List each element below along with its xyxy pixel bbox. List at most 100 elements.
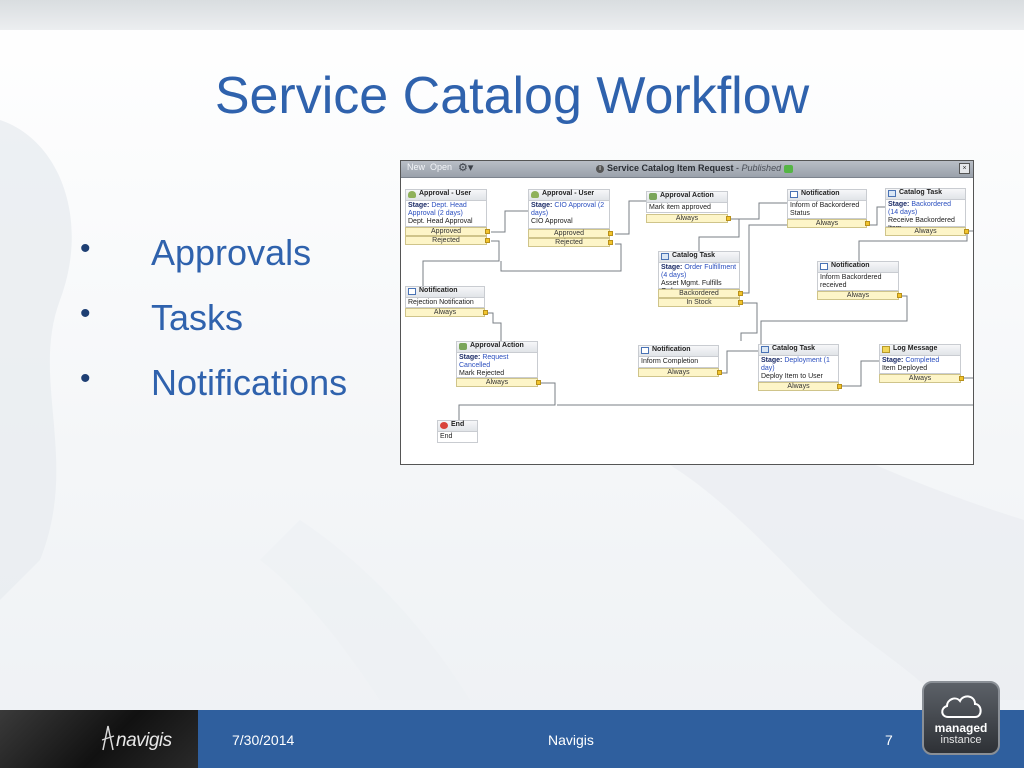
node-header: Catalog Task [759,345,838,356]
condition-label: Always [675,215,699,222]
exit-point[interactable] [897,293,902,298]
node-description: Mark item approved [649,204,711,211]
stage-label: Stage: [888,201,910,208]
stage-label: Stage: [882,357,904,364]
workflow-editor: New Open ⚙▾ i Service Catalog Item Reques… [400,160,974,465]
node-body: Rejection Notification [406,298,484,308]
catalog-task-node[interactable]: Catalog Task Stage: Deployment (1 day) De… [758,344,839,382]
condition-always[interactable]: Always [817,291,902,300]
exit-point[interactable] [865,221,870,226]
node-type: Catalog Task [672,252,716,259]
exit-point[interactable] [485,238,490,243]
approval-action-node[interactable]: Approval Action Mark item approved [646,191,728,213]
node-header: End [438,421,477,432]
exit-point[interactable] [608,240,613,245]
approval-action-icon [459,343,467,350]
slide-title: Service Catalog Workflow [214,67,810,125]
log-icon [882,346,890,353]
condition-always[interactable]: Always [456,378,541,387]
node-header: Approval Action [457,342,537,353]
bullet-text: Approvals [151,232,312,273]
exit-point[interactable] [485,229,490,234]
end-icon [440,422,448,429]
mail-icon [820,263,828,270]
node-body: Stage: Request Cancelled Mark Rejected [457,353,537,379]
user-approval-icon [531,191,539,198]
node-type: Notification [652,346,691,353]
node-type: Catalog Task [772,345,816,352]
exit-point[interactable] [726,216,731,221]
task-icon [661,253,669,260]
condition-backordered[interactable]: Backordered [658,289,743,298]
node-type: Notification [831,262,870,269]
exit-point[interactable] [738,300,743,305]
node-type: Approval Action [470,342,524,349]
condition-rejected[interactable]: Rejected [405,236,490,245]
exit-point[interactable] [536,380,541,385]
bullet-glyph: • [80,297,91,330]
notification-node[interactable]: Notification Inform Backordered received [817,261,899,291]
node-type: Approval - User [419,190,472,197]
catalog-task-node[interactable]: Catalog Task Stage: Backordered (14 days… [885,188,966,232]
catalog-task-node[interactable]: Catalog Task Stage: Order Fulfillment (4… [658,251,740,295]
node-body: Mark item approved [647,203,727,213]
node-header: Notification [788,190,866,201]
condition-approved[interactable]: Approved [405,227,490,236]
exit-point[interactable] [738,291,743,296]
notification-node[interactable]: Notification Inform Completion [638,345,719,368]
notification-node[interactable]: Notification Inform of Backordered Statu… [787,189,867,219]
node-type: Approval Action [660,192,714,199]
task-icon [761,346,769,353]
badge-line-2: instance [940,734,982,746]
exit-point[interactable] [959,376,964,381]
cloud-icon [941,695,982,718]
node-type: Log Message [893,345,938,352]
condition-always[interactable]: Always [885,227,969,236]
approval-user-node[interactable]: Approval - User Stage: CIO Approval (2 d… [528,189,610,229]
exit-point[interactable] [483,310,488,315]
condition-approved[interactable]: Approved [528,229,613,238]
condition-label: Approved [431,228,461,235]
node-header: Approval - User [406,190,486,201]
bullet-glyph: • [80,232,91,265]
approval-user-node[interactable]: Approval - User Stage: Dept. Head Approv… [405,189,487,227]
exit-point[interactable] [837,384,842,389]
exit-point[interactable] [964,229,969,234]
condition-in-stock[interactable]: In Stock [658,298,743,307]
condition-label: Always [914,228,937,235]
node-description: Item Deployed [882,365,928,372]
approval-action-icon [649,193,657,200]
node-type: End [451,421,465,428]
node-description: Deploy Item to User [761,373,823,380]
condition-label: Always [667,369,690,376]
condition-always[interactable]: Always [787,219,870,228]
node-body: Inform of Backordered Status [788,201,866,219]
footer-date: 7/30/2014 [232,732,295,748]
node-description: Dept. Head Approval [408,218,473,225]
node-type: Notification [419,287,458,294]
approval-action-node[interactable]: Approval Action Stage: Request Cancelled… [456,341,538,378]
notification-node[interactable]: Notification Rejection Notification [405,286,485,308]
condition-always[interactable]: Always [758,382,842,391]
log-message-node[interactable]: Log Message Stage: Completed Item Deploye… [879,344,961,374]
condition-label: Always [846,292,870,299]
mail-icon [641,347,649,354]
end-node[interactable]: End End [437,420,478,443]
footer-center-text: Navigis [548,732,594,748]
condition-always[interactable]: Always [646,214,731,223]
condition-always[interactable]: Always [638,368,722,377]
slide-footer: navigis 7/30/2014 Navigis 7 [0,710,1024,768]
exit-point[interactable] [717,370,722,375]
bullet-glyph: • [80,362,91,395]
condition-label: Always [787,383,810,390]
navigis-logo: navigis [116,730,172,751]
condition-always[interactable]: Always [405,308,488,317]
mail-icon [408,288,416,295]
node-header: Approval - User [529,190,609,201]
exit-point[interactable] [608,231,613,236]
stage-label: Stage: [408,202,430,209]
condition-label: Rejected [432,237,460,244]
condition-rejected[interactable]: Rejected [528,238,613,247]
condition-always[interactable]: Always [879,374,964,383]
node-description: CIO Approval [531,218,573,225]
